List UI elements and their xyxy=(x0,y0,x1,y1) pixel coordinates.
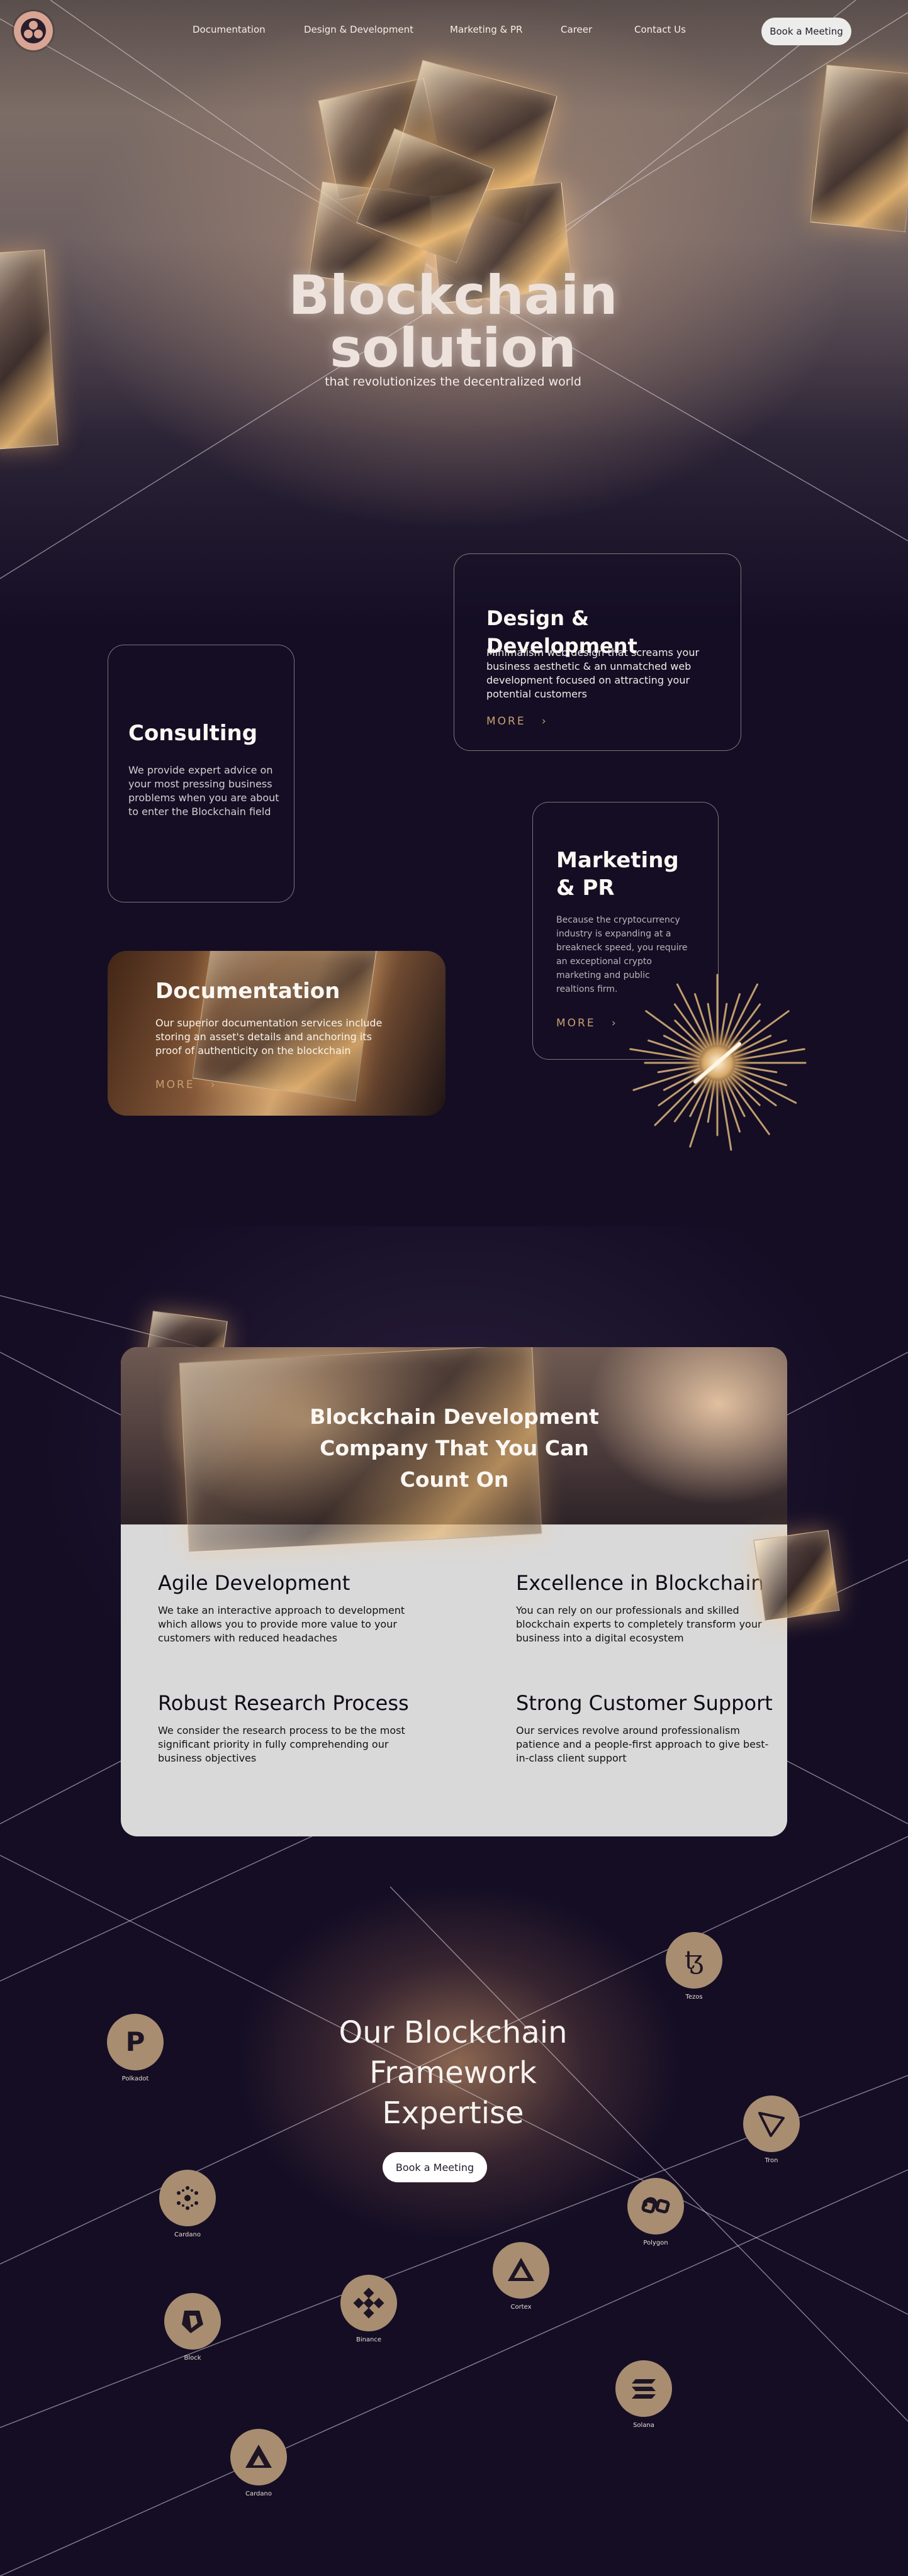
book-meeting-button[interactable]: Book a Meeting xyxy=(761,18,851,45)
coin-binance[interactable] xyxy=(340,2275,397,2331)
service-card-consulting[interactable]: Consulting We provide expert advice on y… xyxy=(108,645,294,902)
hero-title-line1: Blockchain xyxy=(288,264,618,327)
card-text: Our superior documentation services incl… xyxy=(155,1017,383,1057)
tron-icon xyxy=(758,2112,785,2137)
coin-polygon[interactable] xyxy=(627,2178,684,2235)
feature-title: Strong Customer Support xyxy=(516,1691,773,1715)
framework-title: Our Blockchain Framework Expertise xyxy=(339,2015,568,2131)
hero-title: Blockchain solution xyxy=(264,269,642,375)
crystal-cube xyxy=(753,1530,840,1621)
feature-text: You can rely on our professionals and sk… xyxy=(516,1604,762,1644)
cortex-icon xyxy=(508,2258,534,2281)
feature-text: Our services revolve around professional… xyxy=(516,1724,769,1764)
coin-label: Polygon xyxy=(643,2240,668,2246)
coin-label: Binance xyxy=(356,2336,382,2343)
coin-tezos[interactable]: ꜩ xyxy=(666,1932,722,1989)
card-title: Consulting xyxy=(128,721,258,746)
coin-label: Cardano xyxy=(245,2490,272,2497)
feature-text: We consider the research process to be t… xyxy=(158,1724,405,1764)
coin-polkadot[interactable]: P xyxy=(107,2014,164,2070)
binance-icon xyxy=(353,2287,384,2319)
card-text: Minimalism web design that screams your … xyxy=(486,647,700,700)
coin-label: Cortex xyxy=(510,2304,532,2311)
service-card-design[interactable]: Design & Development Minimalism web desi… xyxy=(454,553,741,751)
coin-cardano-alt[interactable] xyxy=(230,2429,287,2485)
nav-documentation[interactable]: Documentation xyxy=(193,24,266,35)
company-heading: Blockchain Development Company That You … xyxy=(310,1404,599,1492)
polygon-icon xyxy=(641,2197,670,2214)
more-link[interactable]: MORE › xyxy=(556,1017,618,1030)
coin-label: Polkadot xyxy=(121,2075,149,2082)
feature-title: Robust Research Process xyxy=(158,1691,409,1715)
coin-label: Cardano xyxy=(174,2231,201,2238)
starburst-decoration xyxy=(629,974,807,1151)
more-link[interactable]: MORE › xyxy=(486,715,548,728)
coin-label: Tezos xyxy=(685,1994,703,2001)
solana-icon xyxy=(632,2379,656,2399)
nav-career[interactable]: Career xyxy=(561,24,592,35)
cardano-alt-icon xyxy=(245,2445,272,2468)
company-panel: Blockchain Development Company That You … xyxy=(121,1347,787,1836)
card-title: Documentation xyxy=(155,979,340,1004)
coin-cortex[interactable] xyxy=(493,2242,549,2299)
svg-text:P: P xyxy=(126,2026,145,2057)
coin-tron[interactable] xyxy=(743,2096,800,2152)
nav-design-development[interactable]: Design & Development xyxy=(304,24,413,35)
service-card-documentation[interactable]: Documentation Our superior documentation… xyxy=(108,951,446,1116)
card-title: Marketing & PR xyxy=(556,848,679,901)
more-link[interactable]: MORE › xyxy=(155,1079,217,1091)
chevron-right-icon: › xyxy=(200,1079,217,1091)
feature-text: We take an interactive approach to devel… xyxy=(158,1604,405,1644)
page: Documentation Design & Development Marke… xyxy=(0,0,908,2576)
tezos-icon: ꜩ xyxy=(685,1946,703,1975)
more-label: MORE xyxy=(556,1017,596,1030)
coin-label: Block xyxy=(184,2355,201,2362)
more-label: MORE xyxy=(155,1079,195,1091)
cardano-icon xyxy=(177,2186,198,2210)
logo-icon xyxy=(21,18,46,43)
crystal-cube xyxy=(810,64,908,233)
chevron-right-icon: › xyxy=(601,1017,618,1030)
more-label: MORE xyxy=(486,715,526,728)
coin-label: Tron xyxy=(765,2157,778,2164)
nav-contact-us[interactable]: Contact Us xyxy=(634,24,686,35)
coin-solana[interactable] xyxy=(615,2360,672,2417)
coin-block[interactable] xyxy=(164,2293,221,2350)
polkadot-icon: P xyxy=(126,2026,145,2057)
hero-title-line2: solution xyxy=(330,317,576,380)
svg-text:ꜩ: ꜩ xyxy=(685,1946,703,1975)
hero-subtitle: that revolutionizes the decentralized wo… xyxy=(325,375,581,389)
coin-cardano[interactable] xyxy=(159,2170,216,2226)
logo[interactable] xyxy=(14,11,53,50)
feature-title: Excellence in Blockchain xyxy=(516,1571,764,1595)
nav-marketing-pr[interactable]: Marketing & PR xyxy=(450,24,522,35)
card-text: We provide expert advice on your most pr… xyxy=(128,764,279,818)
coin-label: Solana xyxy=(633,2422,654,2429)
chevron-right-icon: › xyxy=(531,715,548,728)
block-icon xyxy=(182,2311,203,2333)
feature-title: Agile Development xyxy=(158,1571,350,1595)
framework-book-meeting-button[interactable]: Book a Meeting xyxy=(383,2152,487,2182)
